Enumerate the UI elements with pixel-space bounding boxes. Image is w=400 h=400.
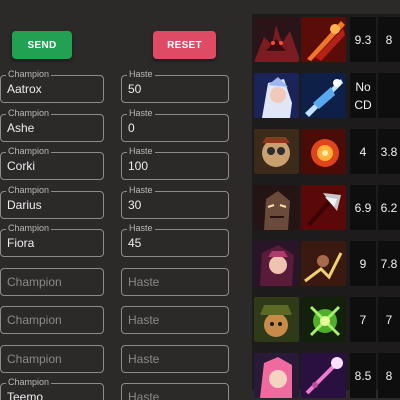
champion-field-placeholder: Champion	[7, 275, 62, 289]
haste-field-placeholder: Haste	[128, 352, 160, 366]
ashe-ultimate-icon	[301, 73, 346, 118]
haste-field-placeholder: Haste	[128, 390, 160, 400]
champion-field[interactable]: Champion	[0, 268, 104, 296]
result-row: 6.9 6.2	[252, 182, 400, 238]
result-row: 9 7.8	[252, 238, 400, 294]
ashe-portrait-icon	[254, 73, 299, 118]
haste-field[interactable]: Haste	[121, 306, 229, 334]
result-stat: 6.9	[350, 185, 376, 230]
haste-field-value: 30	[128, 198, 142, 212]
champion-field-value: Darius	[7, 198, 42, 212]
haste-field[interactable]: Haste	[121, 345, 229, 373]
result-stat: 6.2	[378, 185, 400, 230]
champion-field-value: Teemo	[7, 390, 44, 400]
champion-field[interactable]: Champion Teemo	[0, 377, 104, 400]
result-stat: 9.3	[350, 17, 376, 62]
darius-ultimate-icon	[301, 185, 346, 230]
haste-field[interactable]: Haste	[121, 268, 229, 296]
teemo-ultimate-icon	[301, 297, 346, 342]
champion-field-value: Ashe	[7, 121, 35, 135]
result-row: 9.3 8	[252, 14, 400, 70]
result-stat: 8	[378, 17, 400, 62]
haste-field-value: 50	[128, 82, 142, 96]
result-stat: 8.5	[350, 353, 376, 398]
champion-field-placeholder: Champion	[7, 352, 62, 366]
haste-field[interactable]: Haste 45	[121, 223, 229, 257]
aatrox-portrait-icon	[254, 17, 299, 62]
champion-field-placeholder: Champion	[7, 313, 62, 327]
result-stat: 7	[350, 297, 376, 342]
result-row: 7 7	[252, 294, 400, 350]
send-button[interactable]: SEND	[12, 31, 72, 59]
fiora-ultimate-icon	[301, 241, 346, 286]
result-row: No CD	[252, 70, 400, 126]
haste-field[interactable]: Haste 50	[121, 69, 229, 103]
champion-field[interactable]: Champion Darius	[0, 185, 104, 219]
darius-portrait-icon	[254, 185, 299, 230]
corki-ultimate-icon	[301, 129, 346, 174]
result-stat: 4	[350, 129, 376, 174]
fiora-portrait-icon	[254, 241, 299, 286]
results-panel: 9.3 8 No CD 4 3.8 6.9 6.2 9 7.8 7 7 8.5 …	[252, 14, 400, 398]
result-stat	[378, 73, 400, 118]
haste-field[interactable]: Haste 100	[121, 146, 229, 180]
result-stat: 8	[378, 353, 400, 398]
haste-field-placeholder: Haste	[128, 275, 160, 289]
champion-field[interactable]: Champion	[0, 345, 104, 373]
haste-field[interactable]: Haste	[121, 383, 229, 400]
result-stat: 3.8	[378, 129, 400, 174]
result-stat: No CD	[350, 73, 376, 118]
aatrox-ultimate-icon	[301, 17, 346, 62]
champion-field[interactable]: Champion	[0, 306, 104, 334]
haste-field-value: 100	[128, 159, 149, 173]
result-stat: 7.8	[378, 241, 400, 286]
haste-field-value: 45	[128, 236, 142, 250]
corki-portrait-icon	[254, 129, 299, 174]
champion-field-value: Corki	[7, 159, 36, 173]
champion-field[interactable]: Champion Aatrox	[0, 69, 104, 103]
haste-field-value: 0	[128, 121, 135, 135]
champion-field[interactable]: Champion Fiora	[0, 223, 104, 257]
haste-field[interactable]: Haste 30	[121, 185, 229, 219]
result-row: 8.5 8	[252, 350, 400, 400]
champion-field[interactable]: Champion Ashe	[0, 108, 104, 142]
champion-field-value: Aatrox	[7, 82, 42, 96]
result-stat: 7	[378, 297, 400, 342]
teemo-portrait-icon	[254, 297, 299, 342]
result-row: 4 3.8	[252, 126, 400, 182]
champion-field[interactable]: Champion Corki	[0, 146, 104, 180]
champion-field-value: Fiora	[7, 236, 35, 250]
result-stat: 9	[350, 241, 376, 286]
haste-field[interactable]: Haste 0	[121, 108, 229, 142]
ability-ultimate-icon	[301, 353, 346, 398]
haste-field-placeholder: Haste	[128, 313, 160, 327]
reset-button[interactable]: RESET	[153, 31, 216, 59]
champion-portrait-icon	[254, 353, 299, 398]
